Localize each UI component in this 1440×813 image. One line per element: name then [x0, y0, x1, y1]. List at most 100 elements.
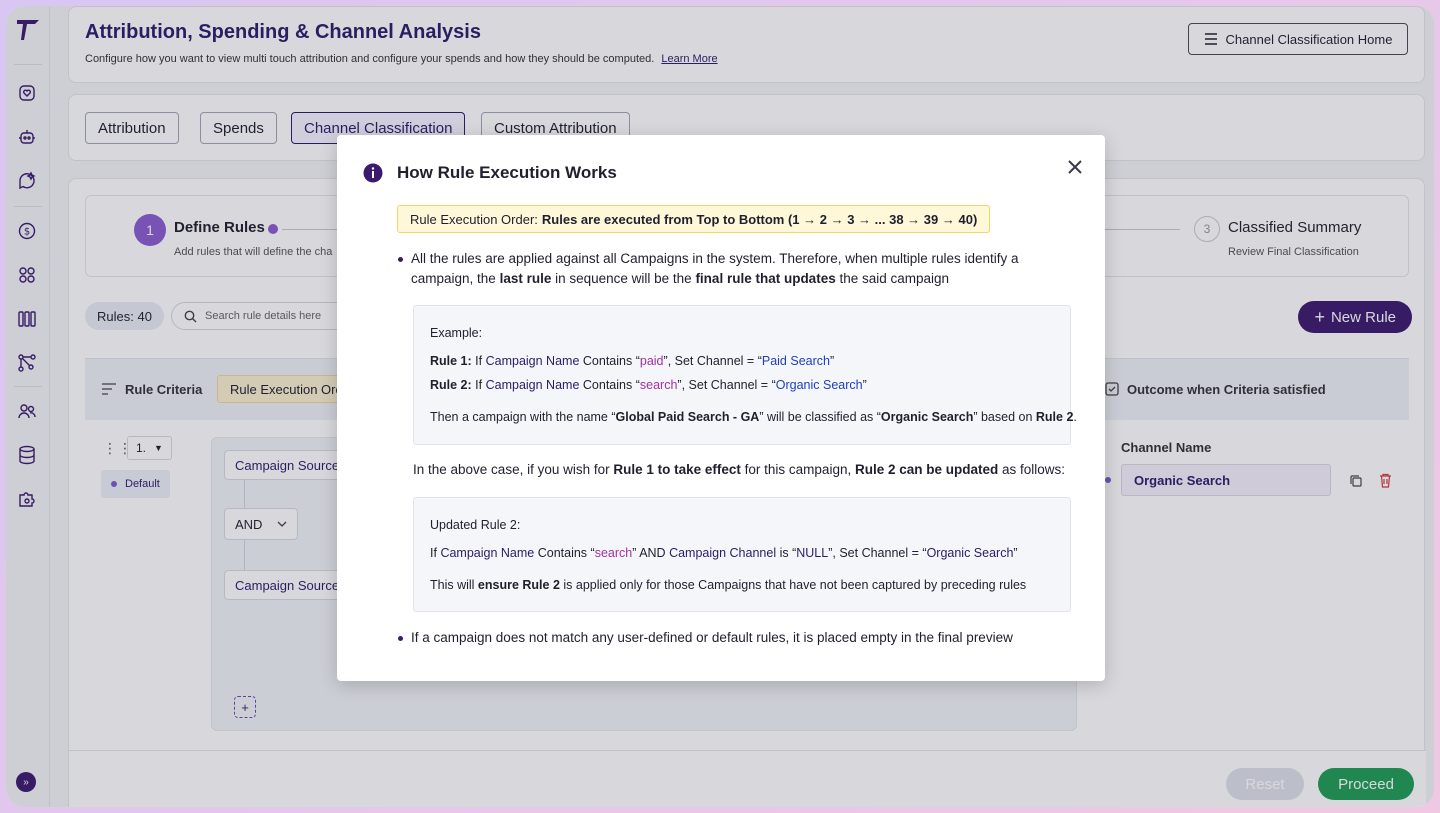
- chevron-down-icon: [277, 521, 287, 527]
- chat-sparkle-icon[interactable]: [16, 170, 38, 192]
- channel-name-input[interactable]: Organic Search: [1121, 464, 1331, 496]
- bullet1-text: the said campaign: [835, 271, 950, 286]
- field-name: Campaign Channel: [669, 546, 777, 560]
- result-bold: Organic Search: [880, 410, 974, 424]
- keyword-and: AND: [639, 546, 666, 560]
- home-button-label: Channel Classification Home: [1225, 31, 1393, 47]
- channel-dot-icon: [1105, 477, 1111, 483]
- keyword-set-channel: , Set Channel =: [667, 354, 755, 368]
- footer-bar: Reset Proceed: [69, 750, 1426, 807]
- dollar-icon[interactable]: $: [16, 220, 38, 242]
- rule-number-select[interactable]: 1. ▼: [127, 436, 172, 460]
- instruction-text: as follows:: [998, 462, 1066, 477]
- updated-rule-box: Updated Rule 2: If Campaign Name Contain…: [413, 497, 1071, 612]
- field-name: Campaign Name: [485, 378, 580, 392]
- channel-value: Organic Search: [926, 546, 1014, 560]
- search-placeholder: Search rule details here: [205, 310, 322, 322]
- example-box: Example: Rule 1: If Campaign Name Contai…: [413, 305, 1077, 445]
- operator-select[interactable]: AND: [224, 508, 298, 540]
- checklist-icon: [1105, 382, 1119, 396]
- heart-shield-icon[interactable]: [16, 82, 38, 104]
- updated-rule-note: This will ensure Rule 2 is applied only …: [430, 578, 1026, 592]
- execution-order-banner: Rule Execution Order: Rules are executed…: [397, 205, 991, 233]
- condition-field-1[interactable]: Campaign Source: [224, 450, 354, 480]
- sidebar-divider: [14, 386, 42, 387]
- copy-icon[interactable]: [1349, 474, 1363, 488]
- reset-button[interactable]: Reset: [1226, 768, 1304, 800]
- tab-spends[interactable]: Spends: [200, 112, 277, 144]
- close-icon[interactable]: [1065, 157, 1085, 177]
- update-instruction: In the above case, if you wish for Rule …: [413, 462, 1065, 477]
- rule-criteria-heading: Rule Criteria: [125, 382, 203, 397]
- keyword-contains: Contains: [582, 378, 633, 392]
- channel-classification-home-button[interactable]: Channel Classification Home: [1188, 23, 1408, 55]
- match-value: paid: [639, 354, 664, 368]
- example-rule-2: Rule 2: If Campaign Name Contains “searc…: [430, 378, 867, 392]
- step-1-title[interactable]: Define Rules: [174, 219, 265, 236]
- rule-execution-modal: How Rule Execution Works Rule Execution …: [337, 135, 1105, 681]
- add-condition-icon[interactable]: +: [234, 696, 256, 718]
- keyword-contains: Contains: [537, 546, 588, 560]
- instruction-text: In the above case, if you wish for: [413, 462, 614, 477]
- result-text: based on: [977, 410, 1036, 424]
- condition-field-2[interactable]: Campaign Source: [224, 570, 354, 600]
- result-text: Then a campaign with the name: [430, 410, 612, 424]
- expand-sidebar-icon[interactable]: »: [16, 772, 36, 792]
- learn-more-link[interactable]: Learn More: [661, 53, 717, 65]
- instruction-bold: Rule 1 to take effect: [613, 462, 741, 477]
- page-subtitle: Configure how you want to view multi tou…: [85, 53, 718, 65]
- users-icon[interactable]: [16, 400, 38, 422]
- page-subtitle-text: Configure how you want to view multi tou…: [85, 53, 655, 65]
- match-value: search: [594, 546, 633, 560]
- example-result: Then a campaign with the name “Global Pa…: [430, 410, 1077, 424]
- connector-line: [244, 480, 245, 510]
- step-1-dot: [268, 224, 278, 234]
- sidebar: $ »: [6, 6, 50, 807]
- rule-label: Rule 1:: [430, 354, 472, 368]
- example-rule-1: Rule 1: If Campaign Name Contains “paid”…: [430, 354, 835, 368]
- settings-puzzle-icon[interactable]: [16, 488, 38, 510]
- default-tag: Default: [101, 470, 170, 498]
- keyword-set-channel: , Set Channel =: [832, 546, 919, 560]
- page-header: Attribution, Spending & Channel Analysis…: [68, 6, 1425, 83]
- robot-icon[interactable]: [16, 126, 38, 148]
- tab-attribution[interactable]: Attribution: [85, 112, 179, 144]
- note-text: is applied only for those Campaigns that…: [559, 578, 1027, 592]
- brand-logo-icon[interactable]: [15, 18, 41, 47]
- proceed-button[interactable]: Proceed: [1318, 768, 1414, 800]
- step-1-description: Add rules that will define the cha: [174, 246, 333, 258]
- status-dot-icon: [111, 481, 117, 487]
- rule-execution-order-badge[interactable]: Rule Execution Orc: [217, 375, 355, 403]
- default-tag-label: Default: [125, 478, 160, 490]
- note-bold: ensure Rule 2: [477, 578, 560, 592]
- columns-icon[interactable]: [16, 308, 38, 330]
- bullet1-bold: last rule: [499, 271, 552, 286]
- channels-icon[interactable]: [16, 264, 38, 286]
- keyword-if: If: [475, 354, 483, 368]
- new-rule-button[interactable]: + New Rule: [1298, 301, 1412, 333]
- new-rule-label: New Rule: [1330, 308, 1396, 326]
- modal-title: How Rule Execution Works: [397, 163, 617, 182]
- field-name: Campaign Name: [485, 354, 580, 368]
- channel-value: Organic Search: [775, 378, 863, 392]
- rules-count-badge: Rules: 40: [85, 302, 164, 330]
- step-3-title[interactable]: Classified Summary: [1228, 219, 1361, 236]
- search-icon: [184, 310, 197, 322]
- rule-number-value: 1.: [136, 441, 147, 455]
- svg-text:$: $: [24, 227, 30, 238]
- updated-rule-label: Updated Rule 2:: [430, 518, 521, 532]
- instruction-text: for this campaign,: [740, 462, 855, 477]
- caret-down-icon: ▼: [154, 443, 163, 453]
- note-text: This will: [430, 578, 478, 592]
- info-icon: [363, 163, 383, 183]
- channel-value: Paid Search: [761, 354, 830, 368]
- database-icon[interactable]: [16, 444, 38, 466]
- flow-icon[interactable]: [16, 352, 38, 374]
- result-bold: Global Paid Search - GA: [615, 410, 760, 424]
- keyword-contains: Contains: [582, 354, 633, 368]
- delete-icon[interactable]: [1379, 473, 1392, 488]
- step-connector: [282, 229, 342, 230]
- keyword-set-channel: , Set Channel =: [681, 378, 769, 392]
- keyword-is: is: [779, 546, 789, 560]
- sidebar-divider: [14, 206, 42, 207]
